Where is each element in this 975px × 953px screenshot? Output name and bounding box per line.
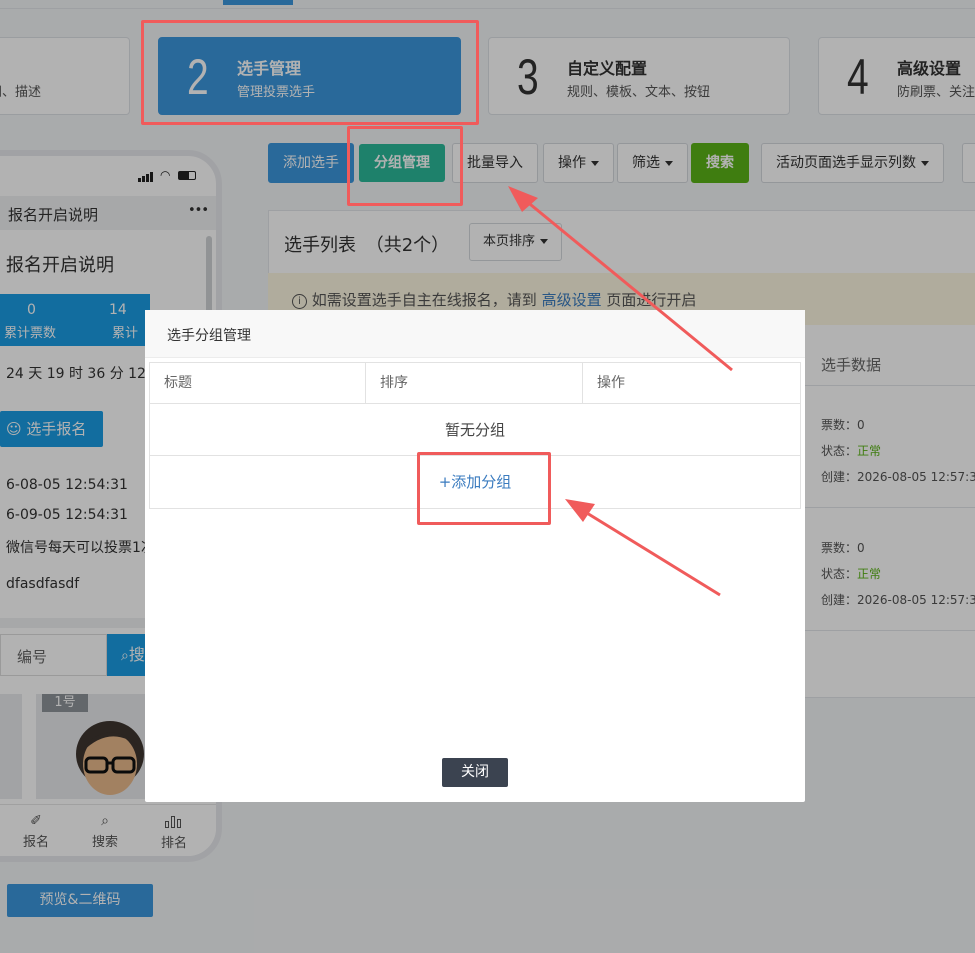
annotation-arrows	[508, 186, 733, 597]
arrow-line-2	[581, 508, 721, 597]
arrow-head-2	[565, 499, 595, 522]
arrow-line-1	[524, 198, 733, 372]
